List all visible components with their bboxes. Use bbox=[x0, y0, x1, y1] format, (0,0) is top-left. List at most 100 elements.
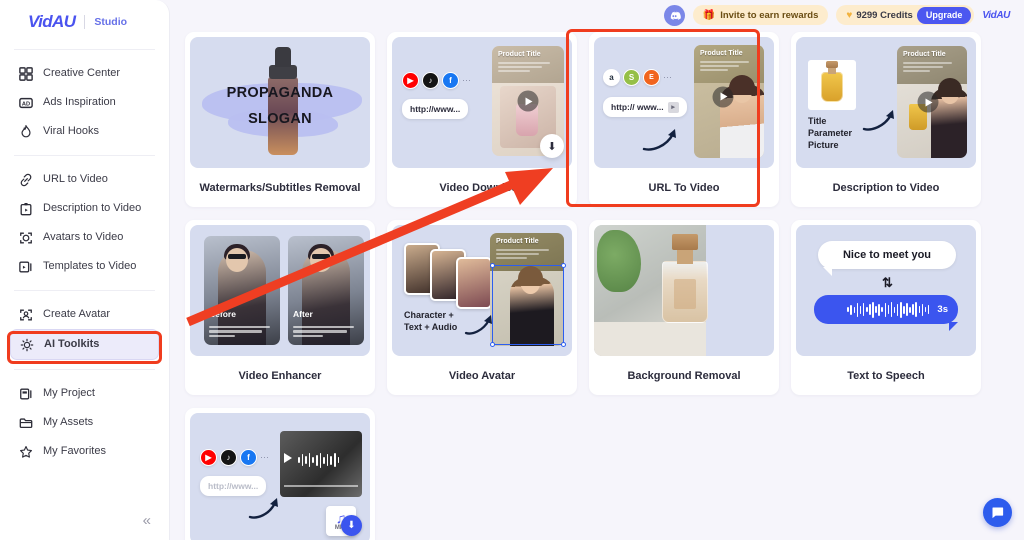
more-icon: ⋯ bbox=[260, 452, 270, 462]
sidebar-item-label: My Project bbox=[43, 387, 95, 399]
card-label: Text to Speech bbox=[847, 369, 925, 382]
discord-icon[interactable] bbox=[663, 4, 685, 26]
swap-icon: ⇅ bbox=[882, 275, 893, 290]
more-icon: ⋯ bbox=[462, 75, 472, 85]
chat-icon[interactable] bbox=[983, 498, 1012, 527]
play-icon bbox=[917, 91, 939, 113]
card-thumbnail: Nice to meet you ⇅ 3s bbox=[796, 225, 976, 356]
sidebar-item-ai-toolkits[interactable]: AI Toolkits bbox=[10, 329, 159, 360]
tool-card-video-avatar[interactable]: ⋯ Character +Text + Audio Product Title bbox=[387, 220, 577, 395]
waveform bbox=[847, 301, 930, 319]
dropper-bottle-art bbox=[266, 47, 300, 157]
gift-icon: 🎁 bbox=[702, 9, 716, 21]
play-icon bbox=[712, 86, 734, 108]
url-chip: http://www... bbox=[200, 476, 267, 496]
divider bbox=[14, 49, 155, 50]
svg-text:AD: AD bbox=[21, 101, 29, 107]
tool-card-background-removal[interactable]: Background Removal bbox=[589, 220, 779, 395]
tool-card-video-enhancer[interactable]: Before After Video Enhancer bbox=[185, 220, 375, 395]
sidebar-item-my-project[interactable]: My Project bbox=[10, 379, 159, 408]
grid-icon bbox=[18, 66, 33, 81]
upgrade-button[interactable]: Upgrade bbox=[916, 6, 972, 24]
phone-title: Product Title bbox=[903, 51, 946, 58]
sidebar-item-label: Ads Inspiration bbox=[43, 96, 116, 108]
social-icons-row: a S E ⋯ bbox=[603, 69, 673, 86]
card-thumbnail bbox=[594, 225, 774, 356]
curved-arrow-icon bbox=[862, 110, 894, 131]
credits-pill[interactable]: ♥ 9299 Credits Upgrade bbox=[836, 5, 975, 25]
sidebar-item-create-avatar[interactable]: Create Avatar bbox=[10, 300, 159, 329]
sidebar-item-viral-hooks[interactable]: Viral Hooks bbox=[10, 117, 159, 146]
tool-card-url-to-video[interactable]: Product Title a S E ⋯ http:// www... ▸ U… bbox=[589, 32, 779, 207]
tool-card-video-download[interactable]: Product Title ▶ ♪ f ⋯ http://www... ⬇ Vi… bbox=[387, 32, 577, 207]
card-thumbnail: ▶ ♪ f ⋯ http://www... ♫ MP3 ⬇ bbox=[190, 413, 370, 540]
tool-card-video-audio-download[interactable]: ▶ ♪ f ⋯ http://www... ♫ MP3 ⬇ bbox=[185, 408, 375, 540]
phone-title: Product Title bbox=[700, 50, 743, 57]
credits-label: 9299 Credits bbox=[856, 9, 913, 21]
avatar-thumb bbox=[456, 257, 492, 309]
card-thumbnail: PROPAGANDA SLOGAN bbox=[190, 37, 370, 168]
shopify-icon: S bbox=[623, 69, 640, 86]
speech-bubble-text: Nice to meet you bbox=[818, 241, 956, 269]
go-icon: ▸ bbox=[667, 101, 679, 113]
divider bbox=[14, 369, 155, 370]
sidebar-item-label: Templates to Video bbox=[43, 260, 137, 272]
waveform bbox=[298, 451, 340, 469]
url-text: http:// www... bbox=[611, 102, 664, 112]
url-chip: http:// www... ▸ bbox=[603, 97, 687, 117]
download-icon: ⬇ bbox=[341, 515, 362, 536]
sidebar-item-description-to-video[interactable]: Description to Video bbox=[10, 194, 159, 223]
sidebar-item-creative-center[interactable]: Creative Center bbox=[10, 59, 159, 88]
nav-group-tools: Create Avatar AI Toolkits bbox=[0, 296, 169, 364]
sidebar-item-avatars-to-video[interactable]: Avatars to Video bbox=[10, 223, 159, 252]
project-icon bbox=[18, 386, 33, 401]
main-content: 🎁 Invite to earn rewards ♥ 9299 Credits … bbox=[170, 0, 1024, 540]
card-label: Background Removal bbox=[627, 369, 741, 382]
sidebar-item-label: My Favorites bbox=[43, 445, 106, 457]
sidebar-item-my-assets[interactable]: My Assets bbox=[10, 408, 159, 437]
card-label: Watermarks/Subtitles Removal bbox=[199, 181, 361, 194]
tool-card-text-to-speech[interactable]: Nice to meet you ⇅ 3s Text to Speech bbox=[791, 220, 981, 395]
sidebar-item-url-to-video[interactable]: URL to Video bbox=[10, 165, 159, 194]
before-preview: Before bbox=[204, 236, 280, 345]
nav-group-library: My Project My Assets My Favorites bbox=[0, 375, 169, 470]
selection-frame[interactable] bbox=[490, 263, 566, 347]
watermark-text-line2: SLOGAN bbox=[248, 111, 312, 127]
card-label: Video Avatar bbox=[448, 369, 516, 382]
tool-card-watermarks-subtitles-removal[interactable]: PROPAGANDA SLOGAN Watermarks/Subtitles R… bbox=[185, 32, 375, 207]
flame-icon bbox=[18, 124, 33, 139]
product-image-box bbox=[808, 60, 856, 110]
link-icon bbox=[18, 172, 33, 187]
bulb-icon bbox=[19, 337, 34, 352]
more-icon: ⋯ bbox=[663, 72, 673, 82]
phone-title: Product Title bbox=[496, 238, 539, 245]
card-thumbnail: Before After bbox=[190, 225, 370, 356]
sidebar-collapse-button[interactable]: « bbox=[143, 513, 151, 528]
youtube-icon: ▶ bbox=[200, 449, 217, 466]
speech-bubble-audio: 3s bbox=[814, 295, 958, 324]
sidebar-item-my-favorites[interactable]: My Favorites bbox=[10, 437, 159, 466]
sidebar-item-label: Viral Hooks bbox=[43, 125, 100, 137]
download-icon: ⬇ bbox=[540, 134, 564, 158]
phone-title: Product Title bbox=[498, 51, 541, 58]
sidebar-item-label: Creative Center bbox=[43, 67, 121, 79]
star-icon bbox=[18, 444, 33, 459]
after-label: After bbox=[293, 309, 313, 319]
card-thumbnail: Product Title ▶ ♪ f ⋯ http://www... ⬇ bbox=[392, 37, 572, 168]
brand[interactable]: VidAU Studio bbox=[0, 0, 169, 44]
brand-mini-button[interactable]: VidAU bbox=[982, 10, 1010, 21]
divider bbox=[14, 155, 155, 156]
nav-group-create: URL to Video Description to Video Avatar… bbox=[0, 161, 169, 285]
play-icon bbox=[517, 90, 539, 112]
app-root: VidAU Studio Creative Center AD Ads Insp… bbox=[0, 0, 1024, 540]
tool-card-description-to-video[interactable]: Title Parameter Picture Product Title De… bbox=[791, 32, 981, 207]
card-thumbnail: ⋯ Character +Text + Audio Product Title bbox=[392, 225, 572, 356]
sidebar-item-ads-inspiration[interactable]: AD Ads Inspiration bbox=[10, 88, 159, 117]
url-text: http://www... bbox=[410, 104, 461, 114]
invite-rewards-button[interactable]: 🎁 Invite to earn rewards bbox=[692, 5, 829, 25]
sidebar-item-label: AI Toolkits bbox=[44, 338, 100, 350]
sidebar-item-templates-to-video[interactable]: Templates to Video bbox=[10, 252, 159, 281]
amazon-icon: a bbox=[603, 69, 620, 86]
curved-arrow-icon bbox=[248, 498, 278, 519]
sidebar-item-label: Description to Video bbox=[43, 202, 142, 214]
